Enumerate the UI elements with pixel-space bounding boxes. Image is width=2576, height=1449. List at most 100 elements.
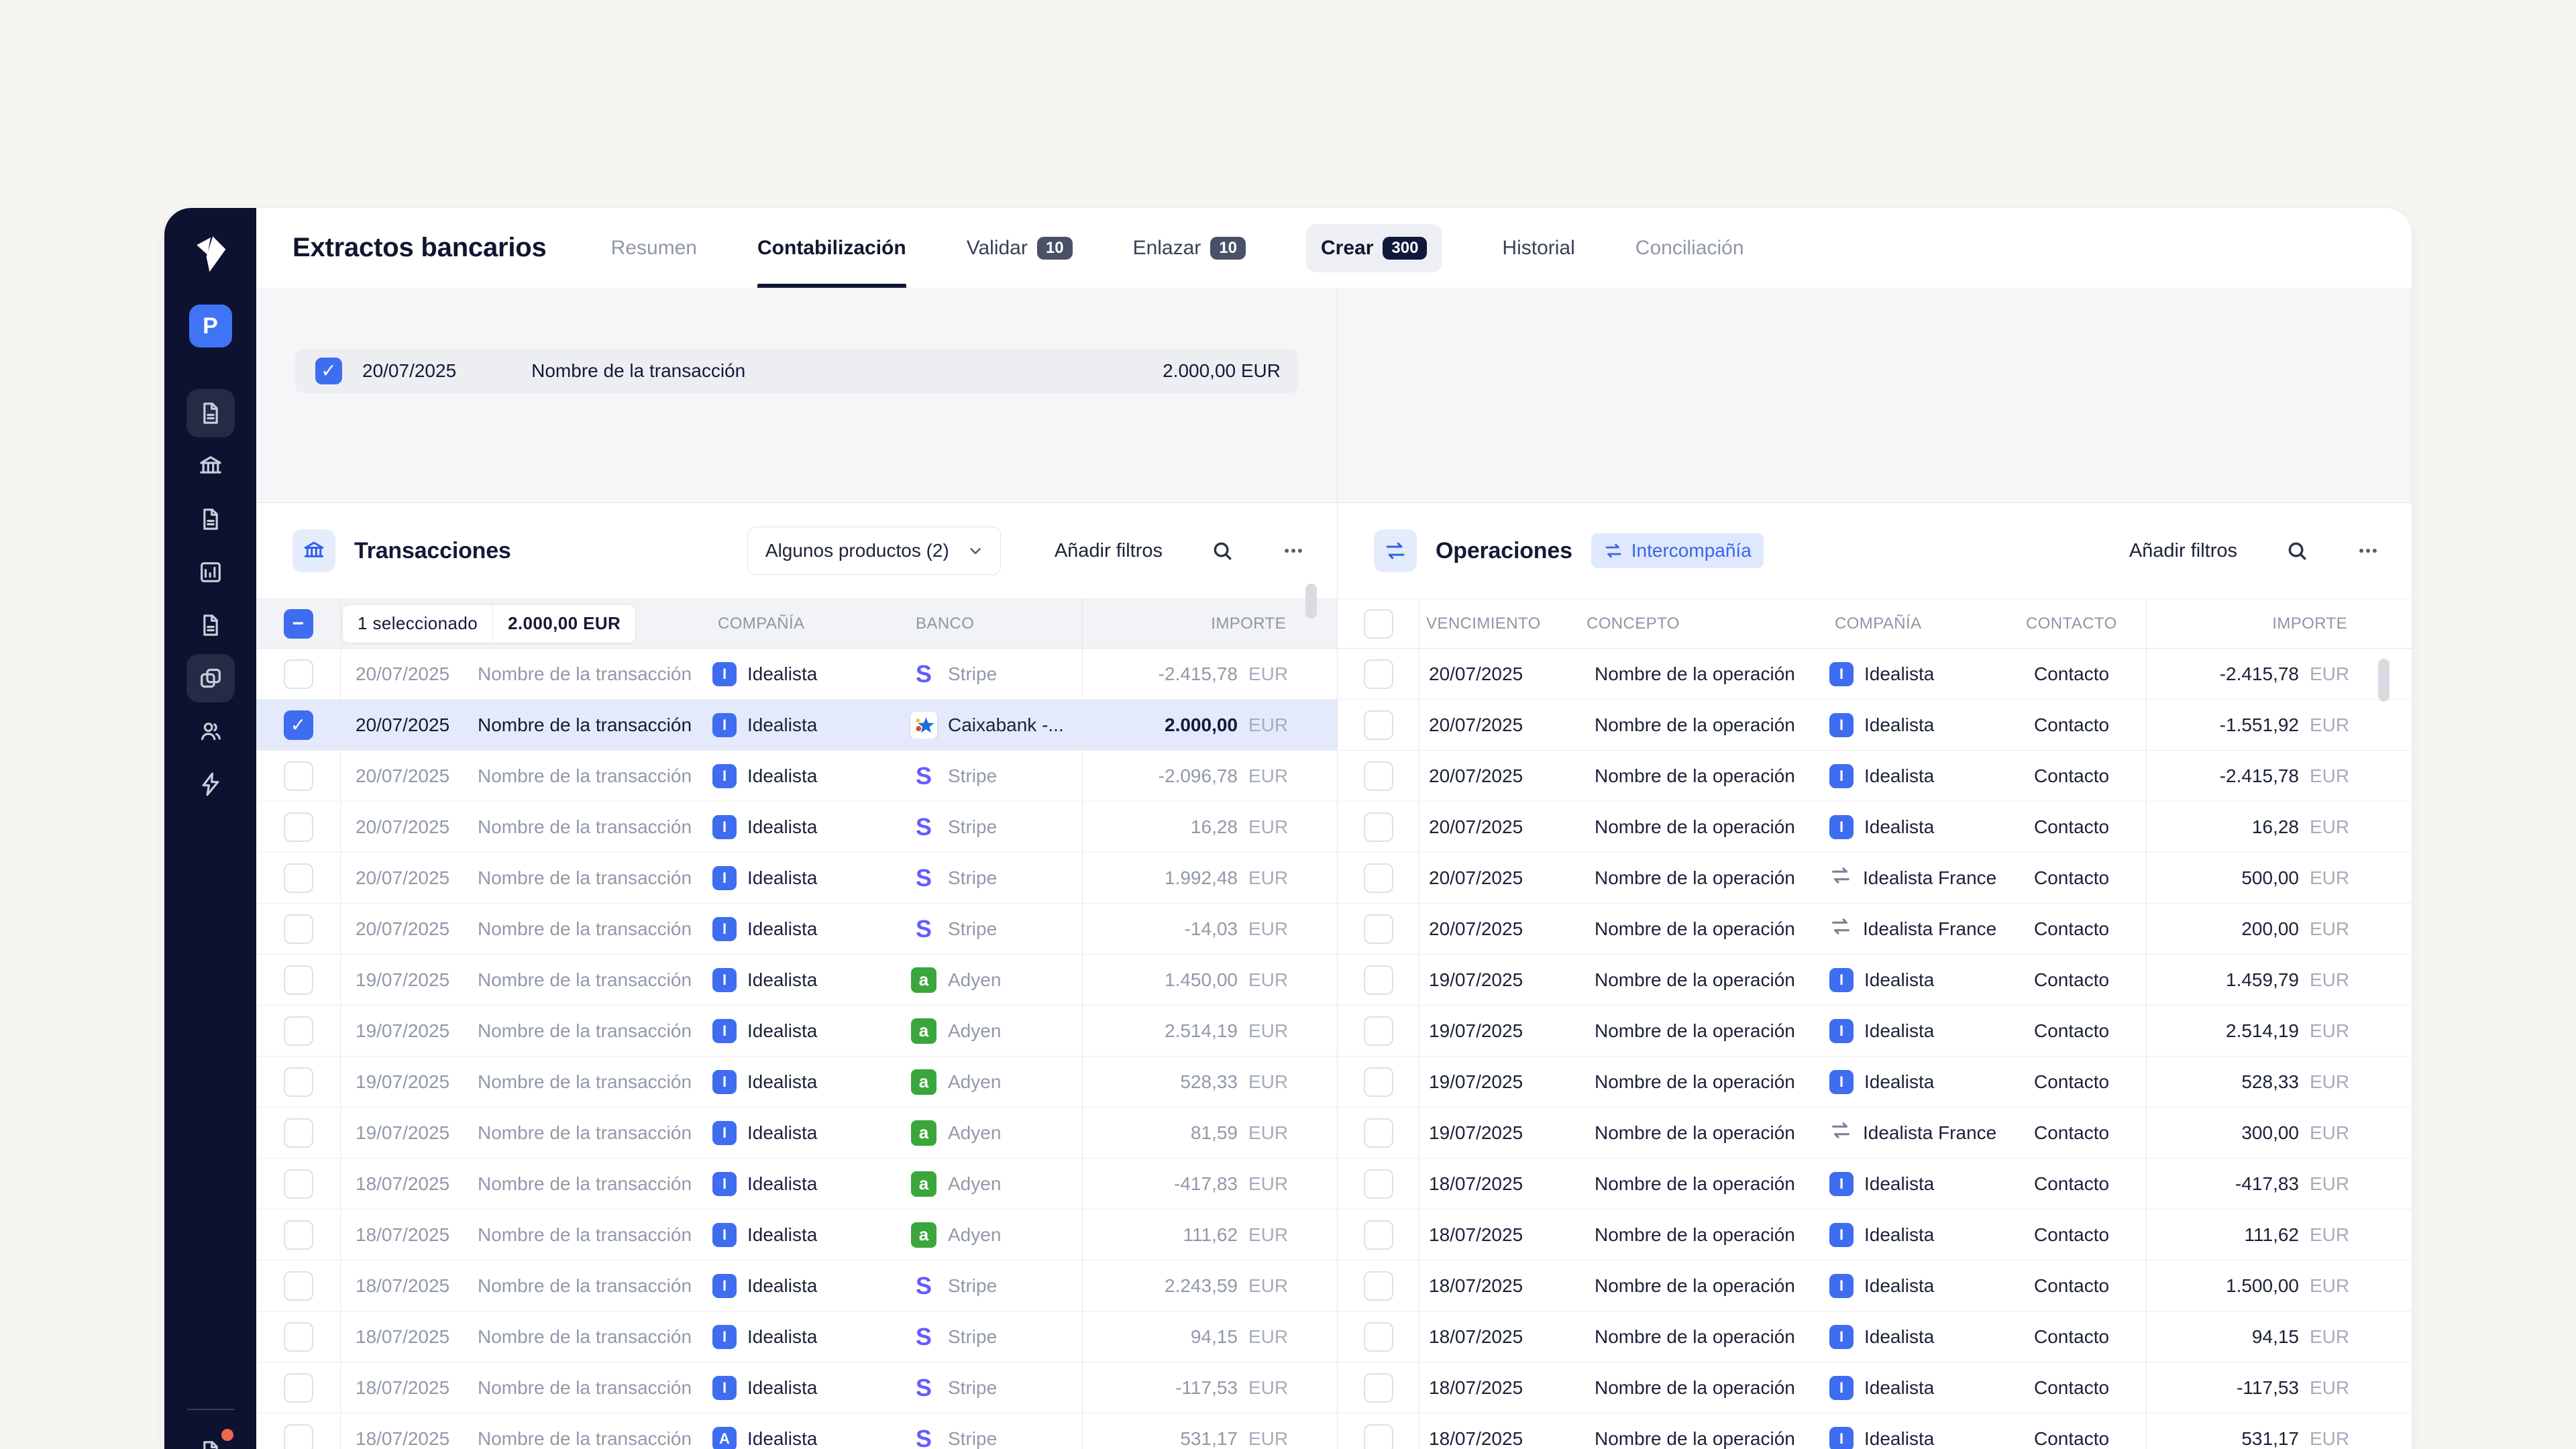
row-checkbox[interactable] bbox=[1363, 1220, 1393, 1250]
table-row[interactable]: 20/07/2025 Nombre de la transacción I Id… bbox=[256, 802, 1337, 853]
table-row[interactable]: 19/07/2025 Nombre de la transacción I Id… bbox=[256, 1057, 1337, 1108]
sidebar-item-invoices[interactable] bbox=[186, 601, 235, 649]
table-row[interactable]: 18/07/2025 Nombre de la operación I Idea… bbox=[1338, 1413, 2412, 1449]
row-checkbox[interactable] bbox=[283, 659, 313, 689]
row-checkbox[interactable] bbox=[1363, 965, 1393, 995]
table-row[interactable]: 18/07/2025 Nombre de la operación I Idea… bbox=[1338, 1260, 2412, 1311]
table-row[interactable]: 20/07/2025 Nombre de la transacción I Id… bbox=[256, 751, 1337, 802]
tab-contabilización[interactable]: Contabilización bbox=[757, 208, 906, 288]
summary-checkbox[interactable] bbox=[315, 358, 342, 384]
table-row[interactable]: 18/07/2025 Nombre de la operación I Idea… bbox=[1338, 1311, 2412, 1362]
table-row[interactable]: 20/07/2025 Nombre de la operación Ideali… bbox=[1338, 904, 2412, 955]
table-row[interactable]: 18/07/2025 Nombre de la transacción A Id… bbox=[256, 1413, 1337, 1449]
table-row[interactable]: 19/07/2025 Nombre de la transacción I Id… bbox=[256, 955, 1337, 1006]
table-row[interactable]: 20/07/2025 Nombre de la transacción I Id… bbox=[256, 649, 1337, 700]
tab-resumen[interactable]: Resumen bbox=[611, 208, 697, 288]
table-row[interactable]: 20/07/2025 Nombre de la operación I Idea… bbox=[1338, 700, 2412, 751]
select-all-checkbox[interactable] bbox=[283, 608, 313, 639]
operations-scrollbar[interactable] bbox=[2378, 659, 2390, 702]
row-checkbox[interactable] bbox=[1363, 1067, 1393, 1097]
sidebar-item-contacts[interactable] bbox=[186, 707, 235, 755]
row-checkbox[interactable] bbox=[283, 1169, 313, 1199]
row-checkbox[interactable] bbox=[283, 761, 313, 791]
sidebar-item-documents[interactable] bbox=[186, 389, 235, 437]
tab-crear[interactable]: Crear 300 bbox=[1305, 223, 1442, 272]
table-row[interactable]: 19/07/2025 Nombre de la operación I Idea… bbox=[1338, 955, 2412, 1006]
row-checkbox[interactable] bbox=[283, 710, 313, 740]
table-row[interactable]: 18/07/2025 Nombre de la operación I Idea… bbox=[1338, 1159, 2412, 1210]
avatar[interactable]: P bbox=[189, 305, 232, 347]
transaction-name: Nombre de la transacción bbox=[478, 1428, 692, 1449]
more-options-button[interactable] bbox=[2357, 539, 2379, 562]
row-checkbox[interactable] bbox=[283, 1220, 313, 1250]
more-options-button[interactable] bbox=[1282, 539, 1305, 562]
table-row[interactable]: 20/07/2025 Nombre de la operación Ideali… bbox=[1338, 853, 2412, 904]
selected-transaction-summary[interactable]: 20/07/2025 Nombre de la transacción 2.00… bbox=[295, 349, 1298, 393]
table-row[interactable]: 20/07/2025 Nombre de la operación I Idea… bbox=[1338, 649, 2412, 700]
table-row[interactable]: 20/07/2025 Nombre de la operación I Idea… bbox=[1338, 751, 2412, 802]
row-checkbox[interactable] bbox=[283, 965, 313, 995]
tab-validar[interactable]: Validar 10 bbox=[967, 208, 1073, 288]
table-row[interactable]: 19/07/2025 Nombre de la operación I Idea… bbox=[1338, 1006, 2412, 1057]
row-checkbox[interactable] bbox=[283, 1322, 313, 1352]
row-checkbox[interactable] bbox=[283, 1271, 313, 1301]
row-checkbox[interactable] bbox=[283, 1118, 313, 1148]
row-checkbox[interactable] bbox=[1363, 914, 1393, 944]
row-checkbox[interactable] bbox=[1363, 863, 1393, 893]
table-row[interactable]: 20/07/2025 Nombre de la transacción I Id… bbox=[256, 700, 1337, 751]
sidebar-item-matching[interactable] bbox=[186, 654, 235, 702]
row-checkbox[interactable] bbox=[283, 1016, 313, 1046]
table-row[interactable]: 19/07/2025 Nombre de la transacción I Id… bbox=[256, 1006, 1337, 1057]
search-button[interactable] bbox=[2286, 539, 2308, 562]
row-checkbox[interactable] bbox=[283, 812, 313, 842]
row-checkbox[interactable] bbox=[1363, 1373, 1393, 1403]
table-row[interactable]: 19/07/2025 Nombre de la operación Ideali… bbox=[1338, 1108, 2412, 1159]
search-button[interactable] bbox=[1211, 539, 1234, 562]
row-checkbox[interactable] bbox=[283, 914, 313, 944]
table-row[interactable]: 18/07/2025 Nombre de la transacción I Id… bbox=[256, 1260, 1337, 1311]
products-filter-dropdown[interactable]: Algunos productos (2) bbox=[747, 527, 1001, 575]
table-row[interactable]: 18/07/2025 Nombre de la transacción I Id… bbox=[256, 1311, 1337, 1362]
app-logo-icon[interactable] bbox=[189, 232, 232, 275]
sidebar-item-automations[interactable] bbox=[186, 760, 235, 808]
table-row[interactable]: 18/07/2025 Nombre de la operación I Idea… bbox=[1338, 1210, 2412, 1260]
intercompany-tag[interactable]: Intercompañía bbox=[1591, 533, 1764, 568]
sidebar-item-statements[interactable] bbox=[186, 495, 235, 543]
table-row[interactable]: 20/07/2025 Nombre de la operación I Idea… bbox=[1338, 802, 2412, 853]
add-filters-button[interactable]: Añadir filtros bbox=[1055, 540, 1163, 562]
company-name: Idealista bbox=[747, 816, 818, 837]
row-checkbox[interactable] bbox=[1363, 710, 1393, 740]
row-checkbox[interactable] bbox=[283, 863, 313, 893]
row-checkbox[interactable] bbox=[1363, 1271, 1393, 1301]
select-all-checkbox[interactable] bbox=[1363, 608, 1393, 639]
row-checkbox[interactable] bbox=[1363, 1322, 1393, 1352]
row-checkbox[interactable] bbox=[1363, 761, 1393, 791]
table-row[interactable]: 18/07/2025 Nombre de la transacción I Id… bbox=[256, 1362, 1337, 1413]
amount-value: 1.992,48 bbox=[1165, 867, 1238, 888]
row-checkbox[interactable] bbox=[1363, 1118, 1393, 1148]
add-filters-button[interactable]: Añadir filtros bbox=[2129, 540, 2237, 562]
table-row[interactable]: 19/07/2025 Nombre de la operación I Idea… bbox=[1338, 1057, 2412, 1108]
row-checkbox[interactable] bbox=[1363, 1424, 1393, 1449]
row-checkbox[interactable] bbox=[283, 1424, 313, 1449]
row-checkbox[interactable] bbox=[1363, 1016, 1393, 1046]
table-row[interactable]: 20/07/2025 Nombre de la transacción I Id… bbox=[256, 904, 1337, 955]
table-row[interactable]: 19/07/2025 Nombre de la transacción I Id… bbox=[256, 1108, 1337, 1159]
table-row[interactable]: 18/07/2025 Nombre de la operación I Idea… bbox=[1338, 1362, 2412, 1413]
company-name: Idealista bbox=[747, 663, 818, 684]
table-row[interactable]: 18/07/2025 Nombre de la transacción I Id… bbox=[256, 1159, 1337, 1210]
sidebar-item-notifications[interactable] bbox=[186, 1428, 235, 1449]
sidebar-item-bank[interactable] bbox=[186, 442, 235, 490]
row-checkbox[interactable] bbox=[1363, 812, 1393, 842]
tab-conciliación[interactable]: Conciliación bbox=[1635, 208, 1744, 288]
table-row[interactable]: 18/07/2025 Nombre de la transacción I Id… bbox=[256, 1210, 1337, 1260]
row-checkbox[interactable] bbox=[1363, 659, 1393, 689]
tab-enlazar[interactable]: Enlazar 10 bbox=[1133, 208, 1246, 288]
row-checkbox[interactable] bbox=[283, 1067, 313, 1097]
table-row[interactable]: 20/07/2025 Nombre de la transacción I Id… bbox=[256, 853, 1337, 904]
transactions-scrollbar[interactable] bbox=[1305, 584, 1317, 619]
row-checkbox[interactable] bbox=[283, 1373, 313, 1403]
sidebar-item-reports[interactable] bbox=[186, 548, 235, 596]
row-checkbox[interactable] bbox=[1363, 1169, 1393, 1199]
tab-historial[interactable]: Historial bbox=[1502, 208, 1574, 288]
